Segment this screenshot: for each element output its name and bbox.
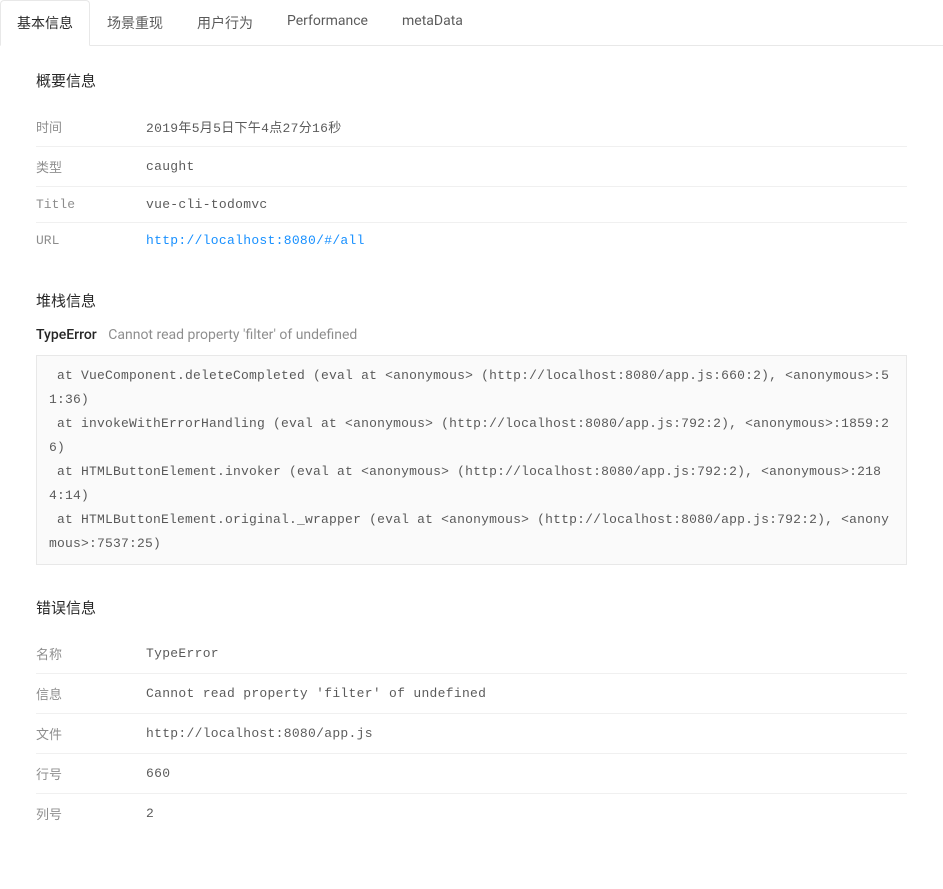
info-label: 信息: [36, 684, 146, 703]
tab-basic-info[interactable]: 基本信息: [0, 0, 90, 46]
info-row-name: 名称 TypeError: [36, 634, 907, 674]
info-value: http://localhost:8080/app.js: [146, 726, 373, 741]
tab-metadata[interactable]: metaData: [385, 0, 480, 46]
stack-section: 堆栈信息 TypeError Cannot read property 'fil…: [36, 290, 907, 565]
stack-error-msg: Cannot read property 'filter' of undefin…: [108, 327, 357, 343]
stack-title: 堆栈信息: [36, 290, 907, 311]
info-label: 行号: [36, 764, 146, 783]
info-value: 2: [146, 806, 154, 821]
info-row-title: Title vue-cli-todomvc: [36, 187, 907, 223]
info-label: URL: [36, 233, 146, 248]
info-value: 2019年5月5日下午4点27分16秒: [146, 117, 342, 136]
tabs-container: 基本信息 场景重现 用户行为 Performance metaData: [0, 0, 943, 46]
info-row-time: 时间 2019年5月5日下午4点27分16秒: [36, 107, 907, 147]
info-row-line: 行号 660: [36, 754, 907, 794]
info-row-type: 类型 caught: [36, 147, 907, 187]
error-section: 错误信息 名称 TypeError 信息 Cannot read propert…: [36, 597, 907, 833]
info-label: 文件: [36, 724, 146, 743]
tab-user-behavior[interactable]: 用户行为: [180, 0, 270, 46]
info-label: Title: [36, 197, 146, 212]
tab-scene-replay[interactable]: 场景重现: [90, 0, 180, 46]
content-area: 概要信息 时间 2019年5月5日下午4点27分16秒 类型 caught Ti…: [0, 46, 943, 889]
info-label: 类型: [36, 157, 146, 176]
info-value: vue-cli-todomvc: [146, 197, 268, 212]
info-label: 时间: [36, 117, 146, 136]
info-value: TypeError: [146, 646, 219, 661]
stack-error-type: TypeError: [36, 327, 97, 343]
info-row-message: 信息 Cannot read property 'filter' of unde…: [36, 674, 907, 714]
info-value-url[interactable]: http://localhost:8080/#/all: [146, 233, 365, 248]
info-label: 名称: [36, 644, 146, 663]
info-row-column: 列号 2: [36, 794, 907, 833]
info-value: caught: [146, 159, 195, 174]
overview-title: 概要信息: [36, 70, 907, 91]
stack-header: TypeError Cannot read property 'filter' …: [36, 327, 907, 343]
overview-section: 概要信息 时间 2019年5月5日下午4点27分16秒 类型 caught Ti…: [36, 70, 907, 258]
stack-trace: at VueComponent.deleteCompleted (eval at…: [36, 355, 907, 565]
info-value: 660: [146, 766, 170, 781]
error-title: 错误信息: [36, 597, 907, 618]
tab-performance[interactable]: Performance: [270, 0, 385, 46]
info-value: Cannot read property 'filter' of undefin…: [146, 686, 486, 701]
info-row-url: URL http://localhost:8080/#/all: [36, 223, 907, 258]
info-row-file: 文件 http://localhost:8080/app.js: [36, 714, 907, 754]
info-label: 列号: [36, 804, 146, 823]
